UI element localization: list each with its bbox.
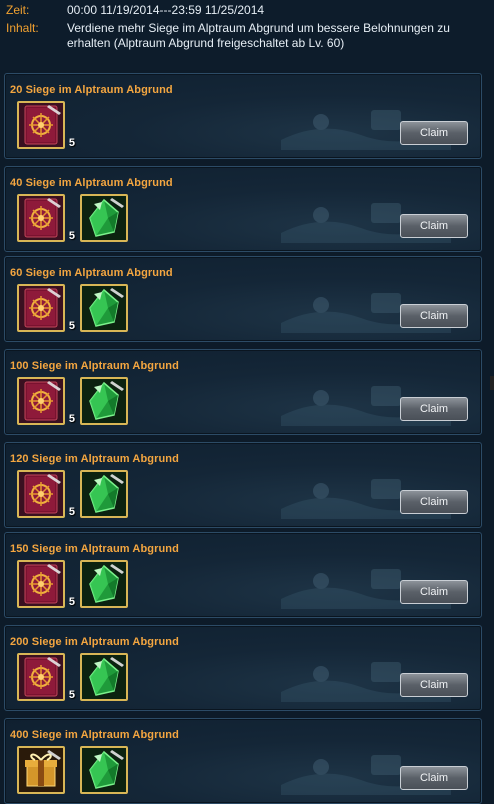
claim-button[interactable]: Claim <box>400 214 468 238</box>
item-count: 5 <box>68 137 75 149</box>
reward-item-slot[interactable]: 5 <box>17 194 75 242</box>
scrollbar-handle[interactable] <box>490 376 494 390</box>
reward-item-slot[interactable] <box>17 746 65 794</box>
reward-item-slot[interactable]: 5 <box>17 377 75 425</box>
reward-item-slot[interactable]: 5 <box>17 470 75 518</box>
item-count: 5 <box>68 506 75 518</box>
reward-item-slot[interactable]: 5 <box>17 653 75 701</box>
reward-row: 200 Siege im Alptraum Abgrund 5 Claim <box>4 625 482 711</box>
reward-title: 60 Siege im Alptraum Abgrund <box>10 267 173 279</box>
item-count: 5 <box>68 320 75 332</box>
claim-button[interactable]: Claim <box>400 304 468 328</box>
reward-title: 400 Siege im Alptraum Abgrund <box>10 729 179 741</box>
reward-item-slot[interactable] <box>80 194 128 242</box>
item-count: 5 <box>68 689 75 701</box>
claim-button[interactable]: Claim <box>400 580 468 604</box>
reward-item-slot[interactable] <box>80 284 128 332</box>
reward-item-slot[interactable] <box>80 560 128 608</box>
item-count: 5 <box>68 596 75 608</box>
time-value: 00:00 11/19/2014---23:59 11/25/2014 <box>67 3 265 17</box>
item-count: 5 <box>68 230 75 242</box>
reward-item-slot[interactable]: 5 <box>17 284 75 332</box>
reward-row: 400 Siege im Alptraum Abgrund Claim <box>4 718 482 804</box>
reward-item-slot[interactable] <box>80 470 128 518</box>
content-value: Verdiene mehr Siege im Alptraum Abgrund … <box>67 21 450 50</box>
reward-row: 40 Siege im Alptraum Abgrund 5 Claim <box>4 166 482 252</box>
reward-title: 40 Siege im Alptraum Abgrund <box>10 177 173 189</box>
reward-row: 100 Siege im Alptraum Abgrund 5 Claim <box>4 349 482 435</box>
claim-button[interactable]: Claim <box>400 673 468 697</box>
reward-title: 120 Siege im Alptraum Abgrund <box>10 453 179 465</box>
reward-title: 100 Siege im Alptraum Abgrund <box>10 360 179 372</box>
reward-item-slot[interactable] <box>80 653 128 701</box>
reward-title: 20 Siege im Alptraum Abgrund <box>10 84 173 96</box>
reward-item-slot[interactable] <box>80 746 128 794</box>
reward-item-slot[interactable] <box>80 377 128 425</box>
reward-row: 120 Siege im Alptraum Abgrund 5 Claim <box>4 442 482 528</box>
event-header: Zeit: 00:00 11/19/2014---23:59 11/25/201… <box>0 0 494 70</box>
claim-button[interactable]: Claim <box>400 766 468 790</box>
claim-button[interactable]: Claim <box>400 490 468 514</box>
time-label: Zeit: <box>6 3 30 17</box>
item-count: 5 <box>68 413 75 425</box>
claim-button[interactable]: Claim <box>400 121 468 145</box>
reward-item-slot[interactable]: 5 <box>17 560 75 608</box>
reward-row: 150 Siege im Alptraum Abgrund 5 Claim <box>4 532 482 618</box>
reward-row: 60 Siege im Alptraum Abgrund 5 Claim <box>4 256 482 342</box>
reward-item-slot[interactable]: 5 <box>17 101 75 149</box>
claim-button[interactable]: Claim <box>400 397 468 421</box>
reward-row: 20 Siege im Alptraum Abgrund 5 Claim <box>4 73 482 159</box>
content-label: Inhalt: <box>6 21 39 35</box>
reward-title: 200 Siege im Alptraum Abgrund <box>10 636 179 648</box>
reward-title: 150 Siege im Alptraum Abgrund <box>10 543 179 555</box>
